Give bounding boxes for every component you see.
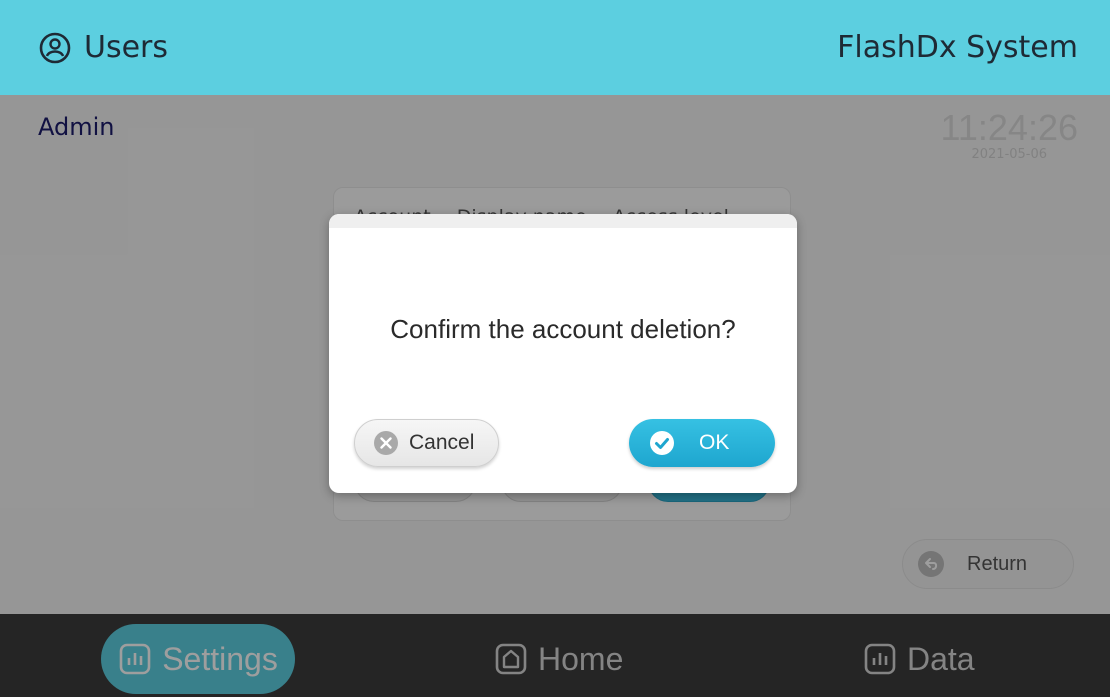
ok-label: OK bbox=[699, 431, 730, 454]
header-left: Users bbox=[38, 30, 168, 65]
page-title: Users bbox=[84, 30, 169, 65]
cancel-button[interactable]: Cancel bbox=[354, 419, 499, 467]
dialog-top-bar bbox=[329, 214, 797, 228]
confirm-delete-dialog: Confirm the account deletion? Cancel OK bbox=[329, 214, 797, 493]
user-icon bbox=[39, 32, 71, 63]
ok-button[interactable]: OK bbox=[629, 419, 775, 467]
dialog-message: Confirm the account deletion? bbox=[390, 314, 736, 344]
check-icon bbox=[650, 431, 674, 455]
system-name: FlashDx System bbox=[837, 30, 1078, 65]
app-header: Users FlashDx System bbox=[0, 0, 1110, 95]
close-icon bbox=[374, 431, 398, 455]
cancel-label: Cancel bbox=[409, 431, 475, 454]
